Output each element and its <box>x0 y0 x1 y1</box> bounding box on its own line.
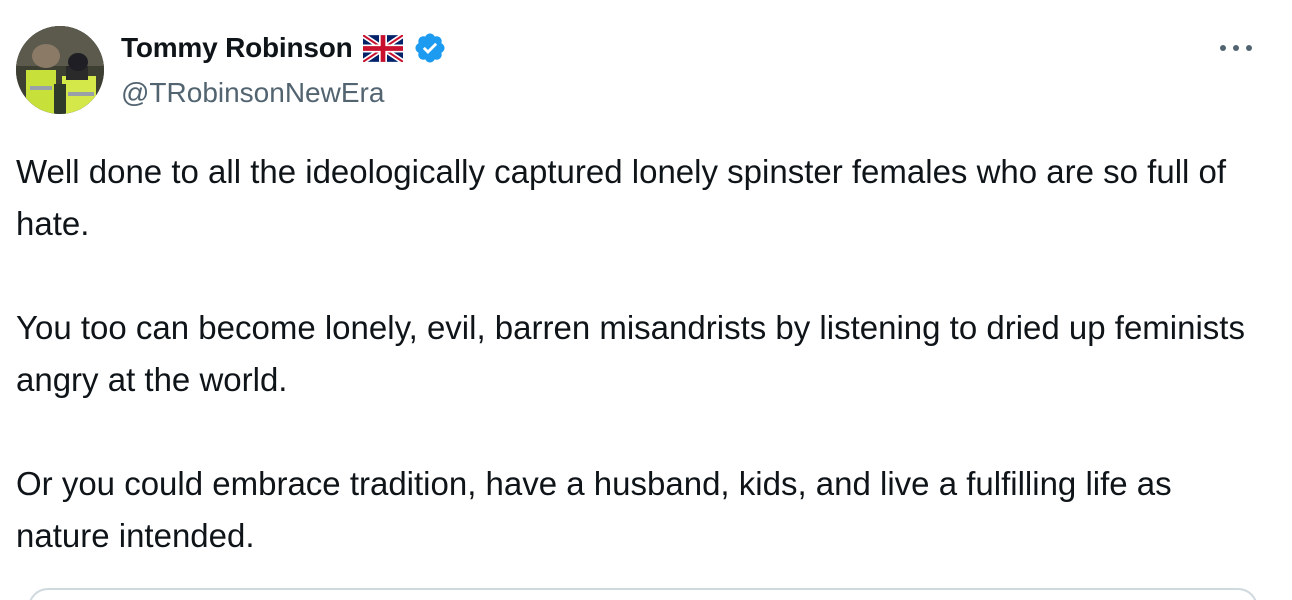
author-handle[interactable]: @TRobinsonNewEra <box>121 76 447 110</box>
name-row: Tommy Robinson <box>121 30 447 66</box>
avatar-image <box>16 26 104 114</box>
more-options-icon <box>1220 45 1252 51</box>
tweet-paragraph: Or you could embrace tradition, have a h… <box>16 465 1172 554</box>
tweet-paragraph: You too can become lonely, evil, barren … <box>16 309 1245 398</box>
embedded-card[interactable] <box>28 588 1258 600</box>
tweet-header: Tommy Robinson @TRobinsonNewEra <box>121 30 447 110</box>
verified-badge-icon[interactable] <box>413 31 447 65</box>
author-avatar[interactable] <box>16 26 104 114</box>
author-display-name[interactable]: Tommy Robinson <box>121 30 353 66</box>
uk-flag-icon <box>361 32 405 64</box>
more-options-button[interactable] <box>1212 30 1260 66</box>
tweet-paragraph: Well done to all the ideologically captu… <box>16 153 1227 242</box>
tweet-text: Well done to all the ideologically captu… <box>16 146 1271 562</box>
tweet-card: Tommy Robinson @TRobinsonNewEra Well don… <box>0 0 1292 600</box>
